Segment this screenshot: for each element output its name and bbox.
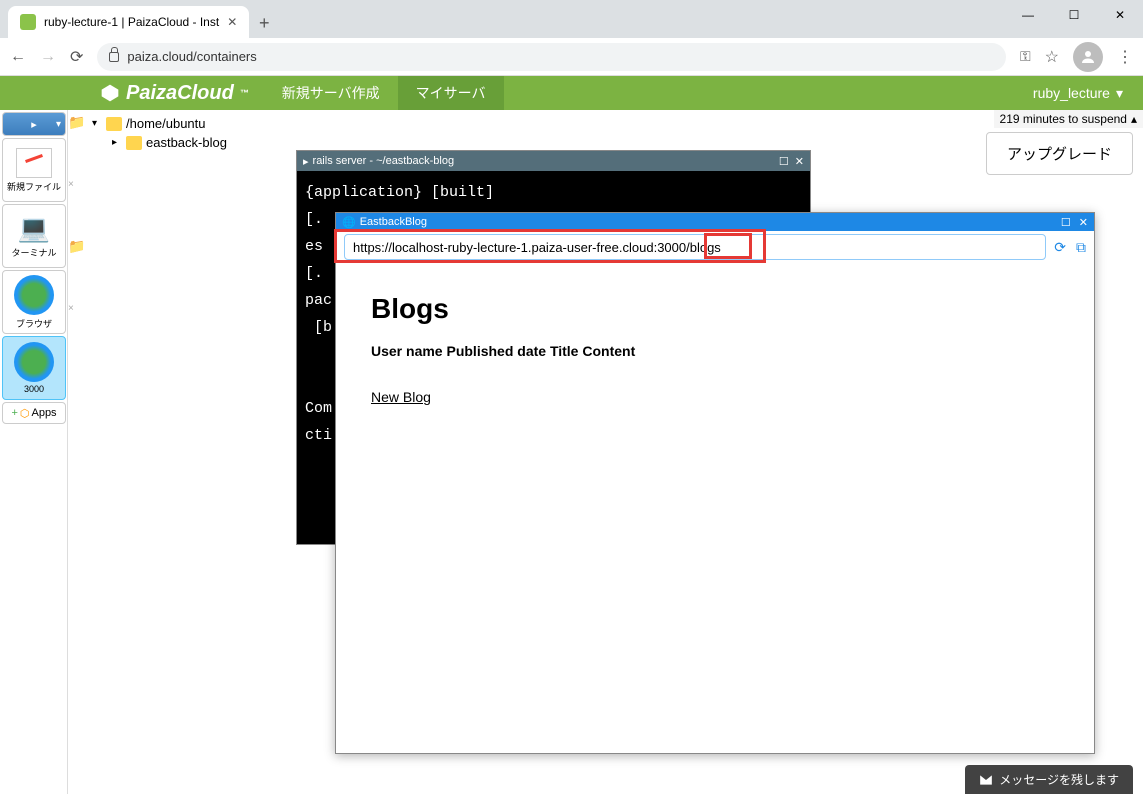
taskbar-terminal[interactable]: 💻 ターミナル xyxy=(2,204,66,268)
lock-icon xyxy=(109,52,119,62)
close-icon[interactable]: × xyxy=(68,179,88,190)
taskbar-new-file[interactable]: 新規ファイル xyxy=(2,138,66,202)
globe-icon: 🌐 xyxy=(342,216,356,229)
arrow-down-icon: ▾ xyxy=(92,118,102,129)
folder-icon[interactable]: 📁 xyxy=(68,238,88,255)
star-icon[interactable]: ☆ xyxy=(1045,47,1059,67)
taskbar-apps[interactable]: +⬡Apps xyxy=(2,402,66,424)
folder-column: 📁 × 📁 × xyxy=(68,110,88,794)
arrow-right-icon: ▸ xyxy=(112,137,122,148)
terminal-titlebar[interactable]: ▸ rails server - ~/eastback-blog ☐ ✕ xyxy=(297,151,810,171)
new-tab-button[interactable]: + xyxy=(249,8,279,38)
menu-icon[interactable]: ⋮ xyxy=(1117,47,1133,67)
chrome-nav-bar: ← → ⟳ paiza.cloud/containers ⚿ ☆ ⋮ xyxy=(0,38,1143,76)
folder-icon[interactable]: 📁 xyxy=(68,114,88,131)
reload-icon[interactable]: ⟳ xyxy=(70,47,83,67)
forward-icon[interactable]: → xyxy=(40,48,56,66)
chevron-down-icon: ▾ xyxy=(1116,85,1123,102)
new-blog-link[interactable]: New Blog xyxy=(371,389,431,405)
taskbar-start[interactable]: ▸ xyxy=(2,112,66,136)
user-menu[interactable]: ruby_lecture ▾ xyxy=(1013,85,1143,102)
maximize-icon[interactable]: ☐ xyxy=(1061,216,1071,229)
table-columns: User name Published date Title Content xyxy=(371,343,1059,359)
upgrade-button[interactable]: アップグレード xyxy=(986,132,1133,175)
tab-title: ruby-lecture-1 | PaizaCloud - Inst xyxy=(44,15,219,29)
file-icon xyxy=(16,148,52,178)
chrome-tabs-bar: ruby-lecture-1 | PaizaCloud - Inst ✕ + xyxy=(0,0,1143,38)
mail-icon xyxy=(979,773,993,787)
browser-content: Blogs User name Published date Title Con… xyxy=(336,263,1094,437)
url-text: paiza.cloud/containers xyxy=(127,49,256,64)
back-icon[interactable]: ← xyxy=(10,48,26,66)
message-button[interactable]: メッセージを残します xyxy=(965,765,1133,794)
close-icon[interactable]: ✕ xyxy=(795,155,804,168)
window-controls: ― ☐ ✕ xyxy=(1005,0,1143,30)
globe-icon xyxy=(14,342,54,382)
paiza-logo: PaizaCloud™ xyxy=(0,82,264,105)
minimize-button[interactable]: ― xyxy=(1005,0,1051,30)
close-icon[interactable]: × xyxy=(68,303,88,314)
nav-new-server[interactable]: 新規サーバ作成 xyxy=(264,76,398,110)
arrow-up-icon[interactable]: ▴ xyxy=(1131,112,1137,126)
status-suspend: 219 minutes to suspend ▴ xyxy=(994,110,1143,128)
taskbar-port-3000[interactable]: 3000 xyxy=(2,336,66,400)
close-icon[interactable]: ✕ xyxy=(227,15,237,29)
nav-my-server[interactable]: マイサーバ xyxy=(398,76,504,110)
browser-url-bar: ⟳ ⧉ xyxy=(336,231,1094,263)
browser-titlebar[interactable]: 🌐 EastbackBlog ☐ ✕ xyxy=(336,213,1094,231)
reload-icon[interactable]: ⟳ xyxy=(1054,239,1066,256)
paiza-header: PaizaCloud™ 新規サーバ作成 マイサーバ ruby_lecture ▾ xyxy=(0,76,1143,110)
browser-url-input[interactable] xyxy=(344,234,1046,260)
tab-favicon xyxy=(20,14,36,30)
avatar-icon[interactable] xyxy=(1073,42,1103,72)
laptop-icon: 💻 xyxy=(16,214,52,244)
external-link-icon[interactable]: ⧉ xyxy=(1076,239,1086,256)
maximize-icon[interactable]: ☐ xyxy=(779,155,789,168)
browser-window[interactable]: 🌐 EastbackBlog ☐ ✕ ⟳ ⧉ Blogs User name P… xyxy=(335,212,1095,754)
chrome-tab[interactable]: ruby-lecture-1 | PaizaCloud - Inst ✕ xyxy=(8,6,249,38)
key-icon[interactable]: ⚿ xyxy=(1020,48,1031,65)
url-bar[interactable]: paiza.cloud/containers xyxy=(97,43,1006,71)
folder-icon xyxy=(106,117,122,131)
maximize-button[interactable]: ☐ xyxy=(1051,0,1097,30)
taskbar: ▸ 新規ファイル 💻 ターミナル ブラウザ 3000 +⬡Apps xyxy=(0,110,68,794)
folder-icon xyxy=(126,136,142,150)
taskbar-browser[interactable]: ブラウザ xyxy=(2,270,66,334)
page-heading: Blogs xyxy=(371,293,1059,325)
close-button[interactable]: ✕ xyxy=(1097,0,1143,30)
tree-root[interactable]: ▾ /home/ubuntu xyxy=(88,114,1143,133)
close-icon[interactable]: ✕ xyxy=(1079,216,1088,229)
globe-icon xyxy=(14,275,54,315)
